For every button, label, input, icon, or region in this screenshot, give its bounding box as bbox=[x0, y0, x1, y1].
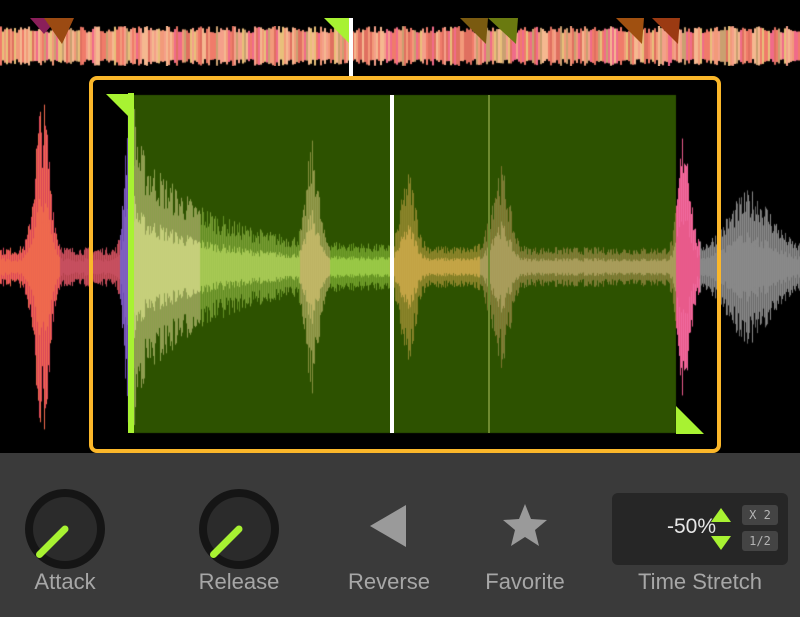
favorite-control[interactable]: Favorite bbox=[460, 453, 590, 617]
playhead[interactable] bbox=[390, 95, 394, 433]
time-stretch-value: -50% bbox=[666, 515, 716, 538]
cue-marker-active[interactable] bbox=[324, 18, 350, 44]
loop-end-handle[interactable] bbox=[676, 406, 704, 434]
reverse-label: Reverse bbox=[348, 569, 430, 594]
attack-knob-indicator bbox=[36, 525, 69, 558]
attack-label: Attack bbox=[34, 569, 96, 594]
reverse-control[interactable]: Reverse bbox=[324, 453, 454, 617]
release-knob[interactable] bbox=[199, 489, 279, 569]
attack-knob[interactable] bbox=[25, 489, 105, 569]
release-label: Release bbox=[198, 569, 280, 594]
controls-panel: Attack Release Reverse Favorite -50% X 2… bbox=[0, 453, 800, 617]
time-stretch-panel: -50% X 2 1/2 bbox=[612, 493, 788, 565]
loop-start-line[interactable] bbox=[128, 93, 134, 433]
cue-marker[interactable] bbox=[30, 18, 74, 44]
double-speed-button[interactable]: X 2 bbox=[742, 505, 778, 525]
selection-overlay bbox=[106, 93, 704, 434]
favorite-label: Favorite bbox=[485, 569, 565, 594]
cue-marker[interactable] bbox=[616, 18, 680, 44]
time-stretch-label: Time Stretch bbox=[638, 569, 762, 594]
time-stretch-control: -50% X 2 1/2 Time Stretch bbox=[612, 453, 788, 617]
beat-marker bbox=[488, 95, 490, 433]
attack-control: Attack bbox=[0, 453, 130, 617]
loop-start-handle[interactable] bbox=[106, 94, 134, 122]
reverse-icon[interactable] bbox=[364, 501, 414, 551]
cue-marker[interactable] bbox=[460, 18, 518, 44]
half-speed-button[interactable]: 1/2 bbox=[742, 531, 778, 551]
track-overview[interactable] bbox=[0, 0, 800, 78]
arrow-up-icon[interactable] bbox=[710, 507, 732, 523]
cue-markers bbox=[30, 18, 680, 76]
overview-playhead bbox=[349, 18, 353, 76]
release-control: Release bbox=[174, 453, 304, 617]
star-icon[interactable] bbox=[500, 501, 550, 551]
release-knob-indicator bbox=[210, 525, 243, 558]
arrow-down-icon[interactable] bbox=[710, 535, 732, 551]
